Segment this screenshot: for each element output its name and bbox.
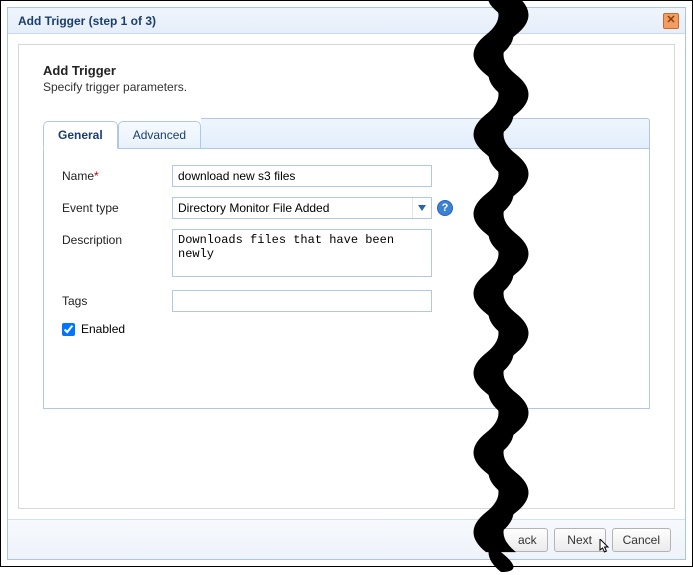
row-description: Description (62, 229, 631, 280)
dialog-title: Add Trigger (step 1 of 3) (18, 14, 156, 28)
description-label: Description (62, 229, 172, 247)
dialog-body: Add Trigger Specify trigger parameters. … (8, 34, 685, 519)
add-trigger-dialog: Add Trigger (step 1 of 3) ✕ Add Trigger … (7, 7, 686, 560)
tags-input[interactable] (172, 290, 432, 312)
row-enabled: Enabled (62, 322, 631, 336)
back-button[interactable]: ack (496, 528, 548, 552)
event-type-select[interactable]: Directory Monitor File Added (172, 197, 432, 219)
name-label: Name* (62, 165, 172, 183)
chevron-down-icon[interactable] (413, 198, 431, 218)
form-area: Name* Event type Directory Monitor File … (43, 149, 650, 409)
close-button[interactable]: ✕ (663, 13, 679, 29)
tabs-row: General Advanced (43, 118, 650, 149)
help-icon[interactable]: ? (437, 200, 453, 216)
row-event-type: Event type Directory Monitor File Added … (62, 197, 631, 219)
row-tags: Tags (62, 290, 631, 312)
tab-advanced[interactable]: Advanced (118, 121, 201, 148)
next-button[interactable]: Next (554, 528, 606, 552)
section-title: Add Trigger (43, 63, 650, 78)
enabled-checkbox[interactable] (62, 323, 75, 336)
dialog-footer: ack Next Cancel (8, 519, 685, 559)
tab-general[interactable]: General (43, 121, 118, 149)
required-asterisk: * (94, 169, 99, 183)
cancel-button[interactable]: Cancel (612, 528, 671, 552)
tags-label: Tags (62, 290, 172, 308)
event-type-label: Event type (62, 197, 172, 215)
close-icon: ✕ (666, 15, 675, 26)
inner-panel: Add Trigger Specify trigger parameters. … (18, 44, 675, 509)
tab-filler (201, 118, 650, 148)
description-input[interactable] (172, 229, 432, 277)
section-subtitle: Specify trigger parameters. (43, 80, 650, 94)
enabled-label: Enabled (81, 322, 125, 336)
name-label-text: Name (62, 169, 94, 183)
row-name: Name* (62, 165, 631, 187)
dialog-header: Add Trigger (step 1 of 3) ✕ (8, 8, 685, 34)
event-type-value: Directory Monitor File Added (173, 198, 413, 218)
name-input[interactable] (172, 165, 432, 187)
